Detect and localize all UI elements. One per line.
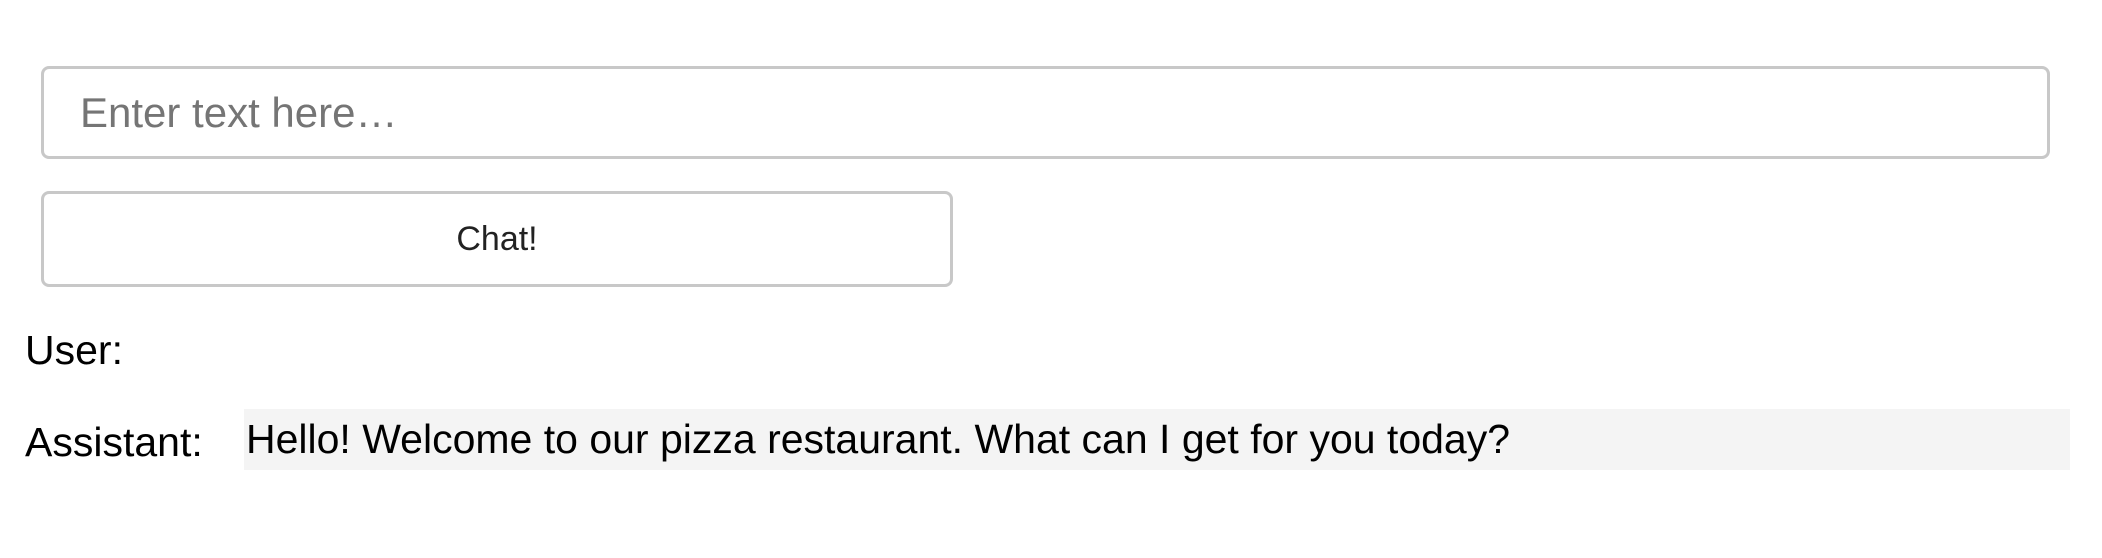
user-label: User: <box>25 327 123 373</box>
assistant-message: Hello! Welcome to our pizza restaurant. … <box>244 409 2070 470</box>
chat-button[interactable]: Chat! <box>41 191 953 287</box>
user-message <box>244 326 2070 374</box>
chat-page: Chat! User: Assistant: Hello! Welcome to… <box>0 0 2102 558</box>
assistant-label: Assistant: <box>25 419 203 465</box>
message-input[interactable] <box>41 66 2050 159</box>
